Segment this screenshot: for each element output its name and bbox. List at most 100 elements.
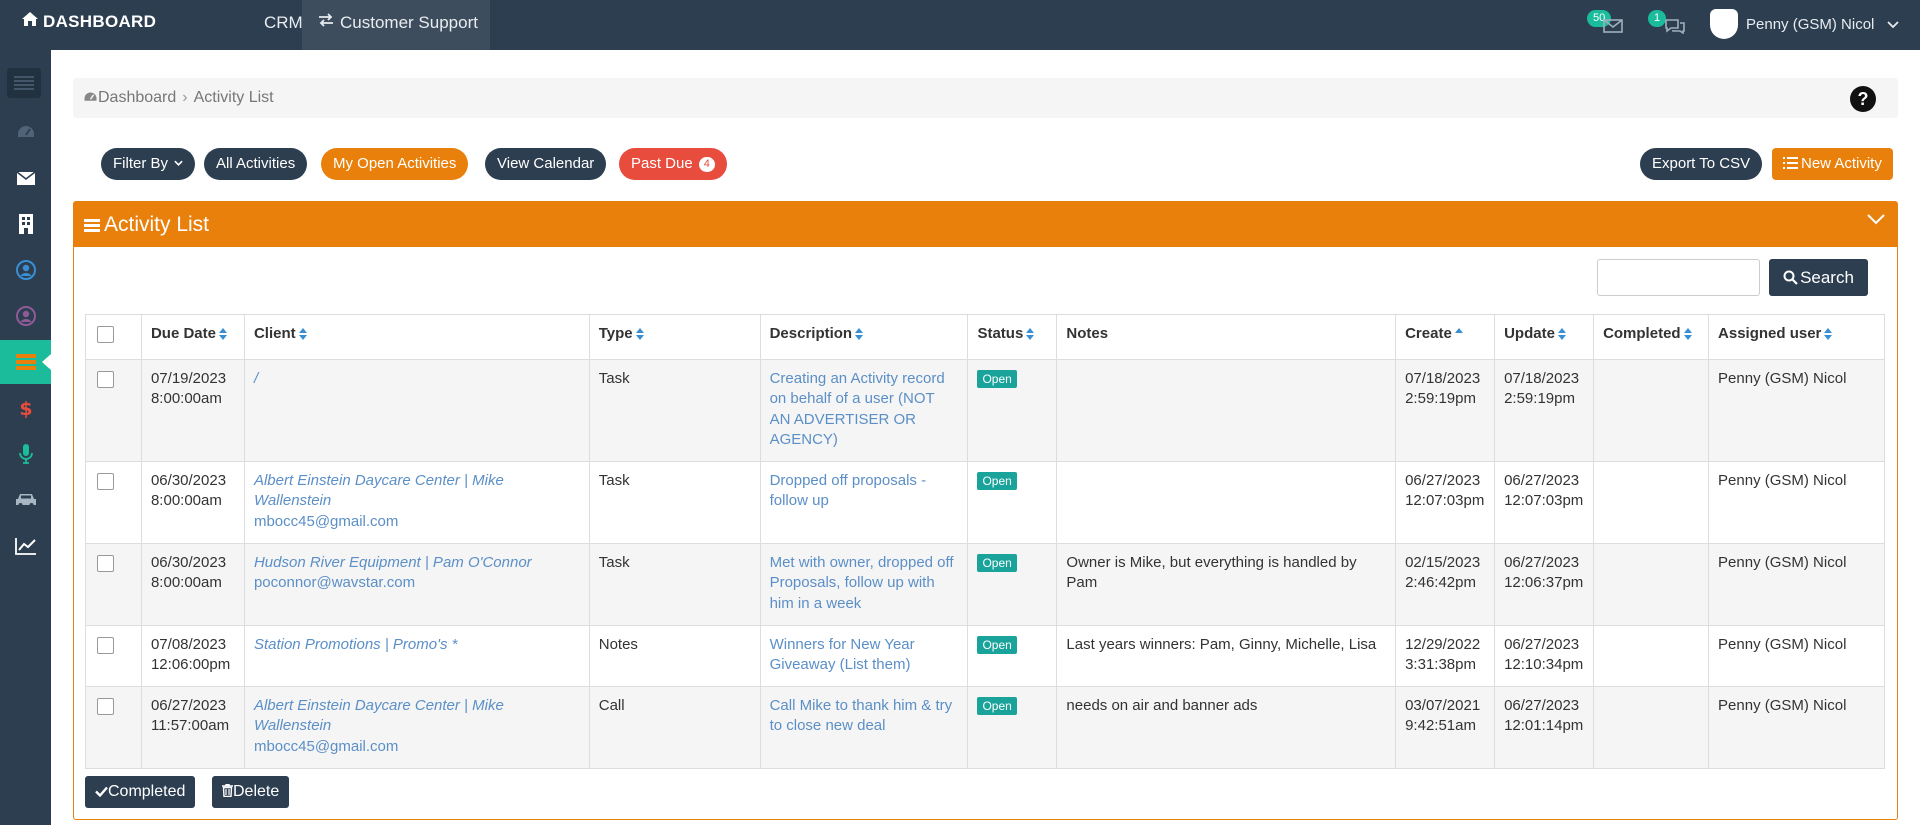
all-activities-button[interactable]: All Activities xyxy=(204,148,308,180)
status-cell: Open xyxy=(967,624,1058,687)
description-link[interactable]: Dropped off proposals - follow up xyxy=(770,472,926,510)
chevron-down-icon[interactable] xyxy=(1867,214,1885,225)
client-link[interactable]: Station Promotions | Promo's * xyxy=(254,636,458,653)
view-calendar-button[interactable]: View Calendar xyxy=(485,148,607,180)
column-header-completed[interactable]: Completed xyxy=(1593,314,1710,360)
chevron-down-icon xyxy=(1886,21,1899,29)
column-header-client[interactable]: Client xyxy=(243,314,590,360)
notes-cell: Last years winners: Pam, Ginny, Michelle… xyxy=(1056,624,1397,687)
delete-button[interactable]: Delete xyxy=(212,776,290,808)
breadcrumb: Dashboard › Activity List xyxy=(73,78,1898,118)
column-label: Assigned user xyxy=(1718,325,1822,342)
row-select-cell xyxy=(85,624,142,687)
help-button[interactable]: ? xyxy=(1850,86,1876,112)
description-link[interactable]: Call Mike to thank him & try to close ne… xyxy=(770,697,953,735)
sidebar-item-vehicles[interactable] xyxy=(0,478,51,522)
due-time: 12:06:00pm xyxy=(150,656,231,673)
column-header-update[interactable]: Update xyxy=(1494,314,1595,360)
sidebar-item-users[interactable] xyxy=(0,294,51,338)
create-date: 02/15/2023 xyxy=(1405,553,1481,571)
avatar xyxy=(1710,8,1738,39)
column-header-assigned-user[interactable]: Assigned user xyxy=(1708,314,1885,360)
filter-by-dropdown[interactable]: Filter By xyxy=(101,148,196,180)
delete-button-label: Delete xyxy=(233,783,280,800)
panel-header: Activity List xyxy=(74,202,1897,247)
due-time: 8:00:00am xyxy=(150,390,222,407)
row-checkbox[interactable] xyxy=(97,636,114,654)
select-all-checkbox[interactable] xyxy=(97,326,114,343)
export-csv-button[interactable]: Export To CSV xyxy=(1640,148,1763,180)
nav-crm[interactable]: CRM xyxy=(264,0,303,50)
status-badge: Open xyxy=(977,553,1017,572)
due-time: 8:00:00am xyxy=(150,492,222,509)
column-header-create[interactable]: Create xyxy=(1395,314,1496,360)
description-link[interactable]: Winners for New Year Giveaway (List them… xyxy=(770,636,915,674)
create-time: 12:07:03pm xyxy=(1405,492,1485,509)
sidebar-item-audio[interactable] xyxy=(0,432,51,476)
sort-icon xyxy=(1683,328,1692,341)
activity-list-icon xyxy=(15,354,36,370)
breadcrumb-separator: › xyxy=(182,89,188,106)
column-label: Type xyxy=(598,325,633,342)
column-label: Create xyxy=(1405,325,1452,342)
create-time: 2:59:19pm xyxy=(1405,390,1476,407)
client-link[interactable]: Hudson River Equipment | Pam O'Connor xyxy=(254,554,532,571)
due-date: 06/30/2023 xyxy=(150,471,227,489)
column-header-due-date[interactable]: Due Date xyxy=(140,314,245,360)
row-checkbox[interactable] xyxy=(97,370,114,388)
column-header-type[interactable]: Type xyxy=(588,314,761,360)
sort-icon xyxy=(1026,328,1035,341)
client-cell: Station Promotions | Promo's * xyxy=(243,624,590,687)
update-cell: 06/27/2023 12:01:14pm xyxy=(1494,685,1595,769)
dashboard-icon xyxy=(84,92,97,101)
chat-notifications[interactable]: 1 xyxy=(1648,8,1688,40)
nav-customer-support[interactable]: Customer Support xyxy=(302,0,490,50)
sidebar-item-activities[interactable] xyxy=(0,340,51,384)
svg-text:$: $ xyxy=(20,398,32,418)
column-label: Client xyxy=(253,325,296,342)
description-link[interactable]: Creating an Activity record on behalf of… xyxy=(770,370,945,449)
search-input[interactable] xyxy=(1597,259,1760,296)
mark-completed-button[interactable]: Completed xyxy=(85,776,196,808)
due-date: 07/08/2023 xyxy=(150,635,227,653)
client-link[interactable]: Albert Einstein Daycare Center | Mike Wa… xyxy=(254,472,504,510)
envelope-icon xyxy=(16,170,35,185)
search-button[interactable]: Search xyxy=(1769,259,1868,296)
column-header-description[interactable]: Description xyxy=(759,314,969,360)
description-link[interactable]: Met with owner, dropped off Proposals, f… xyxy=(770,554,954,612)
create-date: 03/07/2021 xyxy=(1405,696,1481,714)
mail-notifications[interactable]: 50 xyxy=(1587,8,1627,40)
new-activity-button[interactable]: New Activity xyxy=(1772,148,1893,180)
sidebar-item-contacts[interactable] xyxy=(0,248,51,292)
breadcrumb-dashboard-link[interactable]: Dashboard xyxy=(98,89,176,106)
user-menu[interactable]: Penny (GSM) Nicol xyxy=(1710,0,1899,50)
row-checkbox[interactable] xyxy=(97,554,114,572)
due-date: 07/19/2023 xyxy=(150,369,227,387)
completed-cell xyxy=(1593,358,1710,462)
client-link[interactable]: Albert Einstein Daycare Center | Mike Wa… xyxy=(254,697,504,735)
create-cell: 06/27/2023 12:07:03pm xyxy=(1395,460,1496,544)
sidebar-item-reports[interactable] xyxy=(0,524,51,568)
sidebar-item-billing[interactable]: $ xyxy=(0,386,51,430)
row-checkbox[interactable] xyxy=(97,472,114,490)
client-email-link[interactable]: mbocc45@gmail.com xyxy=(254,738,398,755)
sidebar-item-accounts[interactable] xyxy=(0,202,51,246)
client-link[interactable]: / xyxy=(254,370,258,387)
dashboard-brand-link[interactable]: DASHBOARD xyxy=(22,0,156,50)
sidebar-item-dashboard[interactable] xyxy=(0,110,51,154)
past-due-button[interactable]: Past Due 4 xyxy=(619,148,727,180)
sort-icon xyxy=(1557,328,1566,341)
sidebar-item-email[interactable] xyxy=(0,156,51,200)
due-date-cell: 06/30/2023 8:00:00am xyxy=(140,460,245,544)
description-cell: Dropped off proposals - follow up xyxy=(759,460,969,544)
column-header-status[interactable]: Status xyxy=(967,314,1058,360)
row-checkbox[interactable] xyxy=(97,697,114,715)
my-open-activities-button[interactable]: My Open Activities xyxy=(321,148,469,180)
client-cell: Albert Einstein Daycare Center | Mike Wa… xyxy=(243,460,590,544)
create-cell: 07/18/2023 2:59:19pm xyxy=(1395,358,1496,462)
client-cell: / xyxy=(243,358,590,462)
client-email-link[interactable]: poconnor@wavstar.com xyxy=(254,574,415,591)
create-date: 12/29/2022 xyxy=(1405,635,1481,653)
sidebar-toggle-button[interactable] xyxy=(7,68,41,98)
client-email-link[interactable]: mbocc45@gmail.com xyxy=(254,513,398,530)
